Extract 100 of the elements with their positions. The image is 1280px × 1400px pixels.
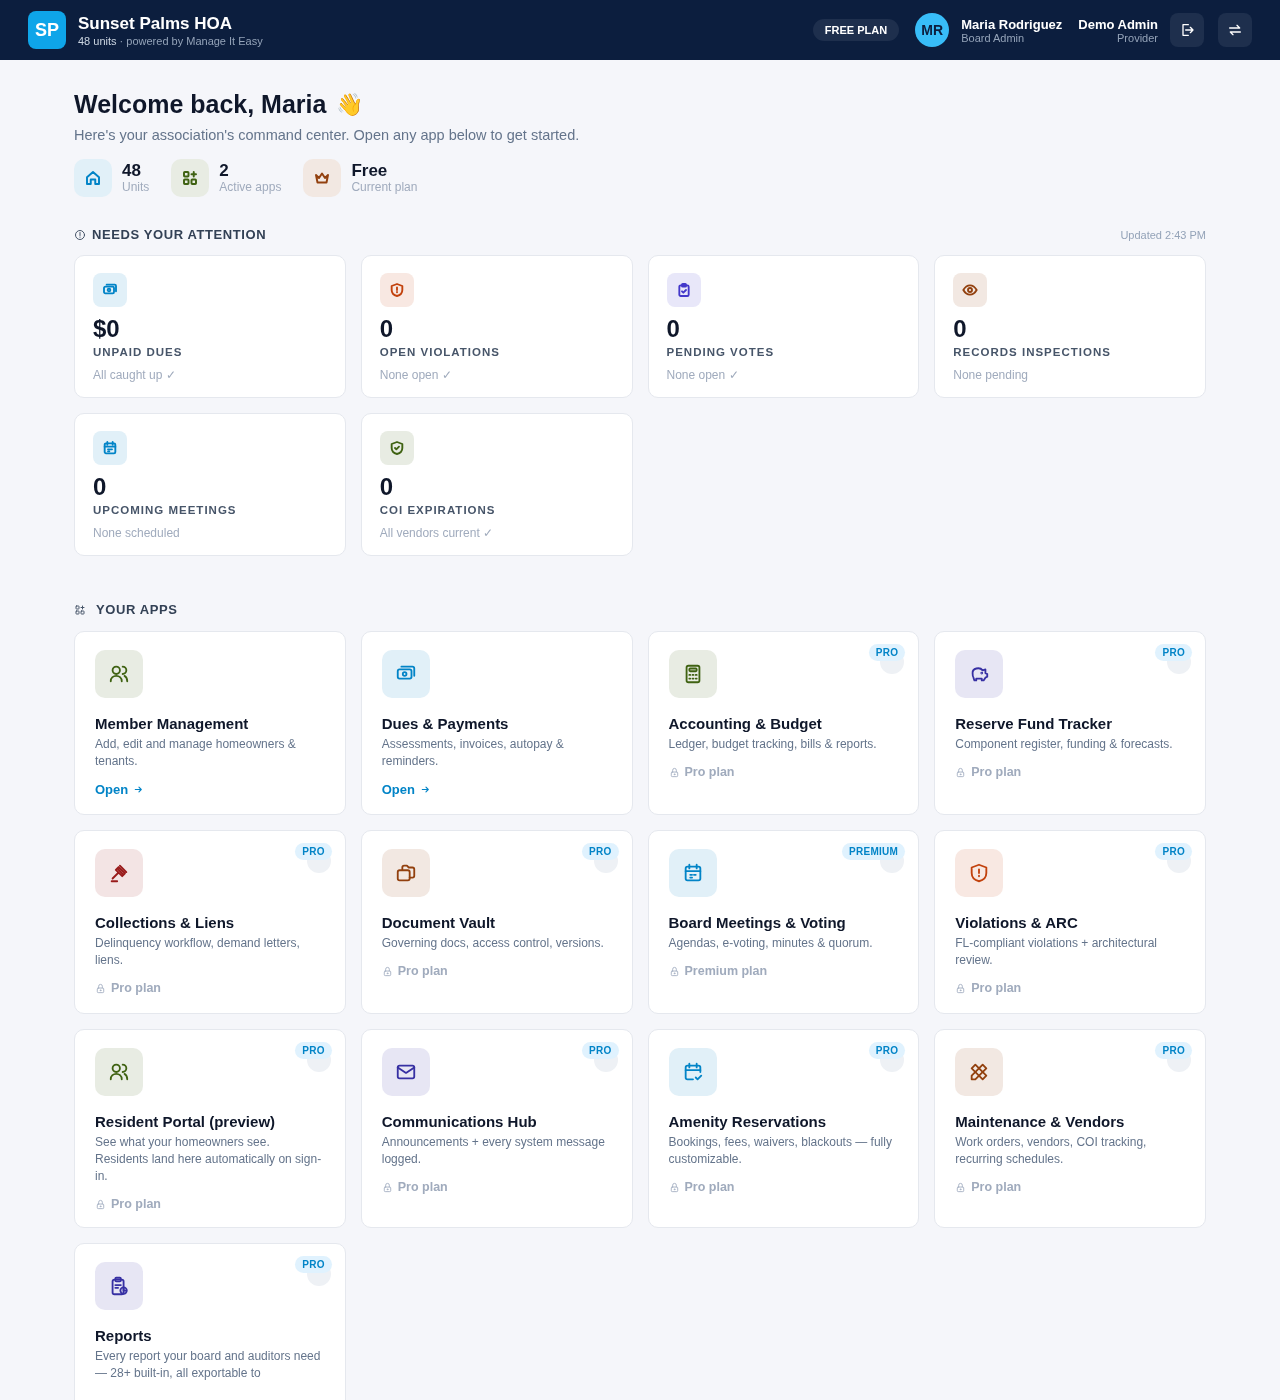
plan-badge: PRO [295,843,332,860]
app-card[interactable]: Dues & Payments Assessments, invoices, autopay & reminders. Open [360,631,633,815]
lock-icon [95,1198,106,1210]
plan-requirement: Pro plan [397,1180,448,1194]
app-description: Bookings, fees, waivers, blackouts — fully customizable. [668,1134,893,1168]
attention-card[interactable]: 0 RECORDS INSPECTIONS None pending [934,255,1206,398]
stat-value: Free [351,162,389,180]
attention-value: 0 [379,315,395,343]
attention-note: None pending [953,368,1029,382]
logout-button[interactable] [1170,13,1204,47]
open-link[interactable]: Open [95,782,145,797]
stat-label: Current plan [351,180,418,194]
app-card[interactable]: PREMIUM Board Meetings & Voting Agendas, e-voting, minutes & quorum. Premium plan [647,830,920,1014]
plan-requirement: Premium plan [684,964,768,978]
plan-badge: FREE PLAN [812,19,900,41]
attention-label: RECORDS INSPECTIONS [953,346,1112,358]
plan-badge: PRO [581,843,619,860]
app-card[interactable]: Member Management Add, edit and manage homeowners & tenants. Open [74,631,346,815]
app-description: Work orders, vendors, COI tracking, recurring schedules. [955,1134,1148,1168]
avatar: MR [915,13,950,47]
plan-badge: PREMIUM [841,843,906,860]
app-card[interactable]: PRO Amenity Reservations Bookings, fees, waivers, blackouts — fully customizable. Pro plan [647,1029,920,1228]
stat-label: Units [122,180,150,194]
attention-card[interactable]: 0 OPEN VIOLATIONS None open ✓ [360,255,633,398]
plan-badge: PRO [868,1042,906,1059]
plan-requirement: Pro plan [111,981,161,995]
attention-value: 0 [666,315,681,343]
attention-card[interactable]: 0 COI EXPIRATIONS All vendors current ✓ [360,413,633,556]
attention-label: OPEN VIOLATIONS [379,346,501,358]
attention-label: UPCOMING MEETINGS [93,504,238,516]
lock-icon [95,982,106,994]
app-card[interactable]: PRO Communications Hub Announcements + every system message logged. Pro plan [360,1029,633,1228]
open-link[interactable]: Open [381,782,431,797]
app-description: Add, edit and manage homeowners & tenants. [95,736,297,770]
app-card[interactable]: PRO Violations & ARC FL-compliant violations + architectural review. Pro plan [934,830,1206,1014]
plan-requirement: Pro plan [971,765,1022,779]
app-card[interactable]: PRO Document Vault Governing docs, access control, versions. Pro plan [360,830,633,1014]
attention-value: 0 [953,315,968,343]
arrow-icon [133,784,145,795]
lock-icon [668,965,680,977]
stat-label: Active apps [219,180,282,194]
app-name: Document Vault [381,914,497,931]
alert-icon [74,228,86,241]
plan-requirement: Pro plan [397,964,448,978]
waving-hand-emoji: 👋 [336,91,364,118]
plan-requirement: Pro plan [971,1180,1022,1194]
app-card[interactable]: PRO Resident Portal (preview) See what your homeowners see. Residents land here automatically on sign-in. Pro plan [74,1029,346,1228]
association-name: Sunset Palms HOA [78,13,233,34]
lock-icon [668,766,680,778]
admin-role: Provider [1116,31,1158,44]
plan-badge: PRO [1155,644,1192,661]
attention-label: UNPAID DUES [93,346,184,358]
app-card[interactable]: PRO Reports Every report your board and auditors need — 28+ built-in, all exportable to [74,1243,346,1400]
plan-requirement: Pro plan [971,981,1022,995]
lock-icon [668,1181,680,1193]
attention-note: All vendors current ✓ [379,526,495,540]
unit-count: 48 units [78,34,117,47]
attention-value: 0 [379,473,395,501]
lock-icon [955,1181,967,1193]
app-card[interactable]: PRO Maintenance & Vendors Work orders, vendors, COI tracking, recurring schedules. Pro plan [934,1029,1206,1228]
switch-button[interactable] [1218,13,1252,47]
plan-badge: PRO [1155,843,1192,860]
user-role: Board Admin [961,31,1025,44]
section-title: NEEDS YOUR ATTENTION [92,227,267,242]
plan-badge: PRO [868,644,906,661]
app-name: Maintenance & Vendors [955,1113,1126,1130]
app-description: See what your homeowners see. Residents land here automatically on sign-in. [95,1134,323,1185]
app-name: Board Meetings & Voting [668,914,847,931]
app-description: Agendas, e-voting, minutes & quorum. [668,935,874,952]
attention-card[interactable]: $0 UNPAID DUES All caught up ✓ [74,255,346,398]
powered-by: · powered by Manage It Easy [119,34,263,47]
app-description: Every report your board and auditors need — 28+ built-in, all exportable to [95,1348,322,1382]
logo: SP [28,11,66,49]
plan-requirement: Pro plan [111,1197,161,1211]
attention-note: None open ✓ [666,368,740,382]
lock-icon [955,766,967,778]
app-description: FL-compliant violations + architectural review. [955,935,1158,969]
attention-note: All caught up ✓ [93,368,177,382]
lock-icon [955,982,967,994]
arrow-icon [420,784,431,795]
plan-badge: PRO [581,1042,619,1059]
welcome-subtitle: Here's your association's command center. Open any app below to get started. [74,127,581,143]
section-title: YOUR APPS [96,602,178,617]
logout-icon [1179,22,1195,38]
app-card[interactable]: PRO Reserve Fund Tracker Component register, funding & forecasts. Pro plan [934,631,1206,815]
app-card[interactable]: PRO Collections & Liens Delinquency workflow, demand letters, liens. Pro plan [74,830,346,1014]
stat-value: 48 [122,162,142,180]
app-description: Ledger, budget tracking, bills & reports. [668,736,878,753]
attention-card[interactable]: 0 UPCOMING MEETINGS None scheduled [74,413,346,556]
attention-label: COI EXPIRATIONS [379,504,497,516]
attention-note: None scheduled [93,526,181,540]
updated-time: Updated 2:43 PM [1120,228,1206,241]
app-description: Delinquency workflow, demand letters, liens. [95,935,301,969]
app-card[interactable]: PRO Accounting & Budget Ledger, budget tracking, bills & reports. Pro plan [647,631,920,815]
app-name: Amenity Reservations [668,1113,828,1130]
user-name: Maria Rodriguez [961,16,1063,32]
app-description: Governing docs, access control, versions. [381,935,605,952]
attention-card[interactable]: 0 PENDING VOTES None open ✓ [647,255,920,398]
swap-icon [1227,22,1243,38]
app-name: Accounting & Budget [668,715,823,732]
